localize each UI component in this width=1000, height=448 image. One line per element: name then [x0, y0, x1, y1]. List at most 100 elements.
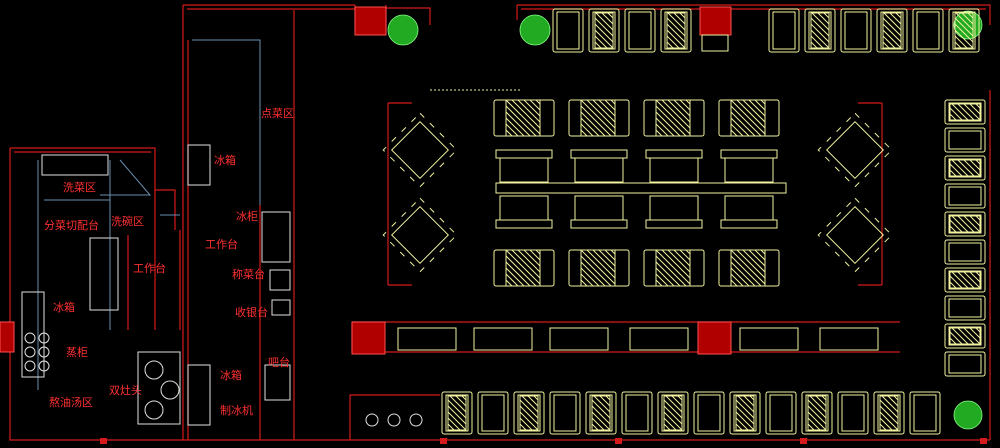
- hatched-table: [879, 395, 899, 431]
- booth-seat: [624, 8, 656, 53]
- hatched-table: [655, 99, 691, 137]
- hatched-table: [882, 12, 902, 49]
- hatched-table: [580, 249, 616, 287]
- hatch-line: [663, 417, 677, 431]
- hatch-line: [949, 225, 957, 233]
- hatch-line: [742, 99, 766, 123]
- hatch-line: [505, 129, 513, 137]
- booth-seat: [477, 391, 509, 435]
- label-shuangzaotou: 双灶头: [109, 384, 142, 397]
- diamond-table: [826, 206, 884, 264]
- booth-seat: [552, 8, 584, 53]
- hatch-line: [735, 423, 743, 431]
- hatch-line: [969, 215, 981, 227]
- label-chengcaitai: 称菜台: [232, 268, 265, 281]
- chair-row1: [570, 149, 628, 159]
- hatch-line: [679, 249, 691, 261]
- label-xicaiqu: 洗菜区: [63, 181, 96, 194]
- hatch-line: [505, 261, 531, 287]
- booth-seat: [765, 391, 797, 435]
- table-top: [594, 12, 614, 49]
- booth-seat: [621, 391, 653, 435]
- chair-row1: [720, 149, 778, 159]
- hatch-line: [736, 249, 766, 279]
- hatch-line: [743, 395, 755, 407]
- hatch-line: [605, 395, 611, 401]
- hatch-line: [730, 261, 756, 287]
- booth-cushion: [553, 394, 577, 432]
- hatch-line: [954, 41, 962, 49]
- diamond-table: [391, 206, 449, 264]
- label-bingui: 冰柜: [236, 210, 258, 223]
- hatch-line: [610, 249, 616, 255]
- hatch-line: [447, 417, 461, 431]
- hatch-line: [975, 327, 981, 333]
- hatch-line: [975, 271, 981, 277]
- table-top: [807, 395, 827, 431]
- hatch-line: [591, 423, 599, 431]
- hatch-line: [730, 123, 744, 137]
- hatch-line: [505, 273, 519, 287]
- hatched-entry: [701, 34, 729, 52]
- steamer-burner: [24, 346, 36, 358]
- hatch-line: [592, 249, 616, 273]
- label-fridge-bottom: 冰箱: [220, 369, 242, 382]
- booth-seat: [840, 8, 872, 53]
- booth-frame: [944, 183, 986, 209]
- counter-table: [629, 327, 689, 351]
- hatch-line: [679, 99, 691, 111]
- burner: [144, 400, 164, 420]
- hatch-line: [815, 395, 827, 407]
- table-long-row1: [649, 157, 699, 183]
- hatch-line: [455, 395, 467, 407]
- hatch-line: [949, 337, 957, 345]
- center-divider: [495, 182, 787, 194]
- label-dianchaiqu: 点菜区: [261, 107, 294, 120]
- booth-cushion: [772, 11, 796, 50]
- hand-sink: [409, 413, 423, 427]
- hatched-table: [735, 395, 755, 431]
- hatch-line: [749, 395, 755, 401]
- hatch-line: [760, 249, 766, 255]
- hatch-line: [821, 395, 827, 401]
- booth-cushion: [948, 186, 982, 206]
- table-top: [519, 395, 539, 431]
- floor-plan: 点菜区 冰箱 洗菜区 冰柜 分菜切配台 洗碗区 工作台 工作台 称菜台 收银台 …: [0, 0, 1000, 448]
- diamond-chairs: [382, 197, 458, 273]
- burner: [144, 360, 164, 380]
- booth-cushion: [948, 242, 982, 262]
- hatched-table: [663, 395, 683, 431]
- hatch-line: [580, 273, 594, 287]
- hatch-line: [580, 123, 594, 137]
- label-shuyoutangqu: 熬油汤区: [49, 396, 93, 409]
- counter-table: [739, 327, 799, 351]
- hatch-line: [735, 417, 749, 431]
- hatch-line: [823, 12, 830, 19]
- hatched-table: [505, 249, 541, 287]
- hatch-line: [889, 12, 902, 25]
- hatched-table: [949, 327, 981, 345]
- hatch-line: [655, 273, 669, 287]
- label-xiwanqu: 洗碗区: [111, 215, 144, 228]
- table-long-row1: [724, 157, 774, 183]
- label-gongzuotai-right: 工作台: [205, 238, 238, 251]
- diamond-chairs: [382, 112, 458, 188]
- hatch-line: [754, 99, 766, 111]
- hatch-line: [535, 99, 541, 105]
- booth-cushion: [841, 394, 865, 432]
- label-bataitai: 吧台: [268, 356, 290, 369]
- hatch-line: [975, 159, 981, 165]
- hatch-line: [529, 99, 541, 111]
- hatch-line: [949, 113, 957, 121]
- booth-cushion: [625, 394, 649, 432]
- booth-cushion: [948, 130, 982, 150]
- hatch-line: [586, 99, 616, 129]
- hatch-line: [655, 123, 669, 137]
- hatch-line: [949, 331, 963, 345]
- booth-frame: [944, 295, 986, 321]
- booth-cushion: [916, 11, 940, 50]
- hatched-table: [949, 271, 981, 289]
- chair-row1: [495, 149, 553, 159]
- hatched-table: [505, 99, 541, 137]
- hatch-line: [592, 99, 616, 123]
